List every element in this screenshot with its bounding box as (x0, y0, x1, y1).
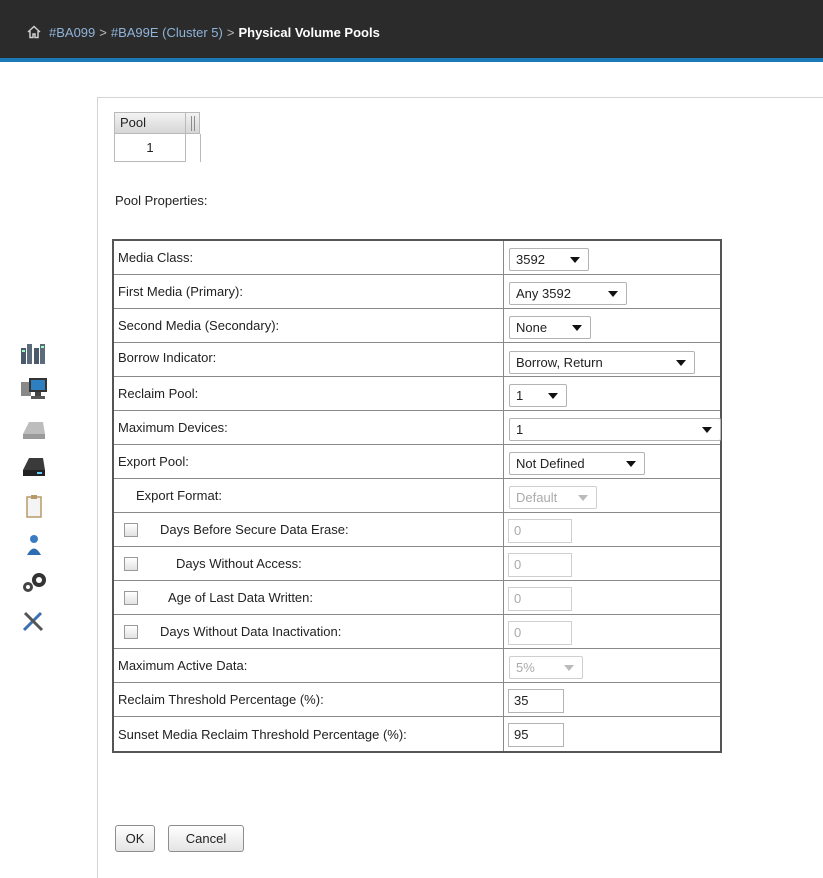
row-label: Media Class: (118, 250, 194, 265)
tools-icon[interactable] (18, 608, 50, 634)
age-last-data-written-input[interactable]: 0 (508, 587, 572, 611)
second-media-select[interactable]: None (509, 316, 591, 339)
table-row: Export Pool: Not Defined (114, 445, 720, 479)
days-without-access-checkbox[interactable] (124, 557, 138, 571)
row-label: Days Without Access: (176, 556, 302, 571)
borrow-indicator-select[interactable]: Borrow, Return (509, 351, 695, 374)
table-row: Reclaim Pool: 1 (114, 377, 720, 411)
export-pool-select[interactable]: Not Defined (509, 452, 645, 475)
table-row: Borrow Indicator: Borrow, Return (114, 343, 720, 377)
table-row: Days Without Data Inactivation: 0 (114, 615, 720, 649)
table-row: Maximum Active Data: 5% (114, 649, 720, 683)
secure-data-erase-input[interactable]: 0 (508, 519, 572, 543)
ok-button[interactable]: OK (115, 825, 155, 852)
monitor-icon[interactable] (18, 376, 50, 402)
pool-grid: Pool 1 (114, 112, 202, 162)
page-title: Physical Volume Pools (238, 24, 380, 40)
disk-icon[interactable] (18, 416, 50, 442)
cancel-button[interactable]: Cancel (168, 825, 244, 852)
row-label: Reclaim Threshold Percentage (%): (118, 692, 324, 707)
select-value: 1 (516, 388, 524, 403)
column-resize-handle[interactable] (186, 112, 200, 134)
breadcrumb-separator: > (99, 24, 107, 40)
table-row: Days Without Access: 0 (114, 547, 720, 581)
chevron-down-icon (702, 427, 712, 433)
table-row: Maximum Devices: 1 (114, 411, 721, 445)
age-last-data-written-checkbox[interactable] (124, 591, 138, 605)
chevron-down-icon (608, 291, 618, 297)
chevron-down-icon (578, 495, 588, 501)
breadcrumb-item-ba099[interactable]: #BA099 (49, 25, 95, 40)
header-accent-line (0, 58, 823, 62)
select-value: Any 3592 (516, 286, 571, 301)
pool-properties-title: Pool Properties: (115, 193, 208, 208)
chevron-down-icon (626, 461, 636, 467)
row-label: First Media (Primary): (118, 284, 243, 299)
row-label: Export Format: (136, 488, 222, 503)
pool-properties-table: Media Class: 3592 First Media (Primary):… (112, 239, 722, 753)
export-format-select[interactable]: Default (509, 486, 597, 509)
chevron-down-icon (564, 665, 574, 671)
first-media-select[interactable]: Any 3592 (509, 282, 627, 305)
select-value: 1 (516, 422, 524, 437)
chevron-down-icon (570, 257, 580, 263)
row-label: Maximum Active Data: (118, 658, 248, 673)
clipboard-icon[interactable] (18, 494, 50, 520)
breadcrumb-separator: > (226, 24, 235, 40)
pool-cell[interactable]: 1 (114, 134, 186, 162)
breadcrumb: #BA099 > #BA99E (Cluster 5) > Physical V… (27, 22, 380, 42)
cluster-icon[interactable] (18, 340, 50, 366)
row-label: Maximum Devices: (118, 420, 228, 435)
select-value: Default (516, 490, 558, 505)
table-row: Sunset Media Reclaim Threshold Percentag… (114, 717, 720, 751)
row-label: Sunset Media Reclaim Threshold Percentag… (118, 726, 407, 742)
top-bar: #BA099 > #BA99E (Cluster 5) > Physical V… (0, 0, 823, 58)
maximum-devices-select[interactable]: 1 (509, 418, 721, 441)
select-value: 5% (516, 660, 535, 675)
reclaim-threshold-input[interactable]: 35 (508, 689, 564, 713)
pool-column-header[interactable]: Pool (114, 112, 186, 134)
table-row: Export Format: Default (114, 479, 720, 513)
table-row: First Media (Primary): Any 3592 (114, 275, 720, 309)
chevron-down-icon (572, 325, 582, 331)
reclaim-pool-select[interactable]: 1 (509, 384, 567, 407)
select-value: Not Defined (516, 456, 585, 471)
row-label: Age of Last Data Written: (168, 590, 313, 605)
row-label: Days Without Data Inactivation: (160, 624, 342, 639)
days-without-access-input[interactable]: 0 (508, 553, 572, 577)
data-inactivation-checkbox[interactable] (124, 625, 138, 639)
select-value: Borrow, Return (516, 355, 603, 370)
breadcrumb-item-cluster[interactable]: #BA99E (Cluster 5) (111, 25, 223, 40)
gears-icon[interactable] (18, 570, 50, 596)
sunset-reclaim-threshold-input[interactable]: 95 (508, 723, 564, 747)
chevron-down-icon (676, 360, 686, 366)
table-row: Age of Last Data Written: 0 (114, 581, 720, 615)
home-icon[interactable] (27, 25, 41, 39)
row-label: Second Media (Secondary): (118, 318, 280, 333)
chevron-down-icon (548, 393, 558, 399)
table-row: Reclaim Threshold Percentage (%): 35 (114, 683, 720, 717)
select-value: None (516, 320, 548, 335)
table-row: Second Media (Secondary): None (114, 309, 720, 343)
data-inactivation-input[interactable]: 0 (508, 621, 572, 645)
secure-data-erase-checkbox[interactable] (124, 523, 138, 537)
select-value: 3592 (516, 252, 545, 267)
drive-icon[interactable] (18, 454, 50, 480)
table-row: Media Class: 3592 (114, 241, 720, 275)
maximum-active-data-select[interactable]: 5% (509, 656, 583, 679)
row-label: Days Before Secure Data Erase: (160, 522, 349, 537)
table-row: Days Before Secure Data Erase: 0 (114, 513, 720, 547)
user-icon[interactable] (18, 532, 50, 558)
row-label: Reclaim Pool: (118, 386, 199, 401)
grid-border (200, 134, 201, 162)
media-class-select[interactable]: 3592 (509, 248, 589, 271)
row-label: Export Pool: (118, 454, 189, 469)
